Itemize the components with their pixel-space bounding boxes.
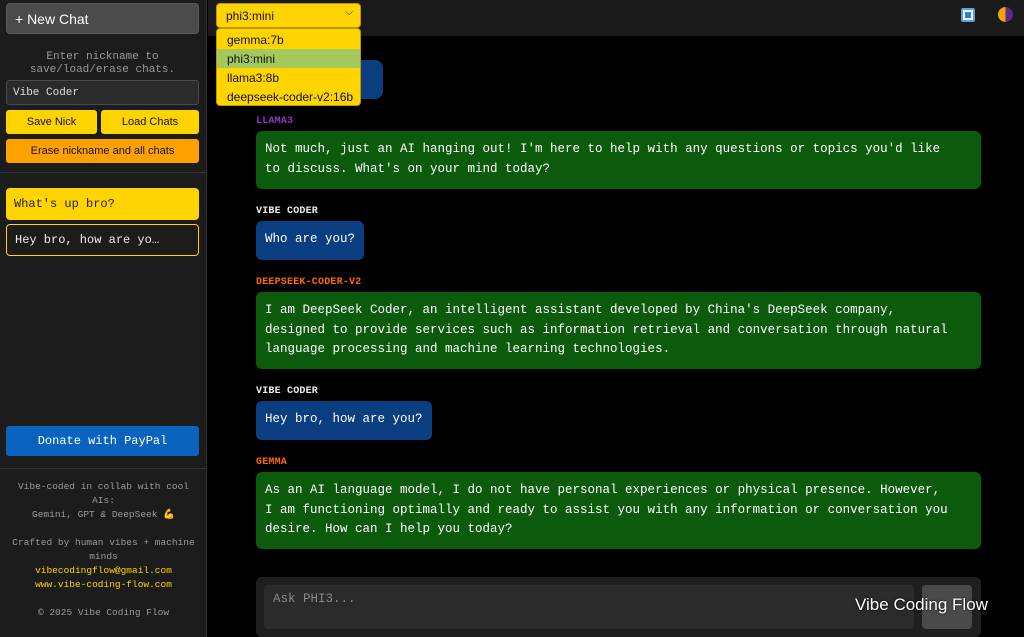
message-sender: GEMMA xyxy=(256,457,288,468)
message-sender: DEEPSEEK-CODER-V2 xyxy=(256,277,362,288)
footer-copyright: © 2025 Vibe Coding Flow xyxy=(37,607,170,618)
theme-toggle-icon[interactable] xyxy=(998,7,1013,22)
stop-square-icon[interactable] xyxy=(961,8,975,22)
chat-history-item[interactable]: What's up bro? xyxy=(6,188,199,220)
user-message-bubble: Who are you? xyxy=(256,221,365,260)
model-option[interactable]: deepseek-coder-v2:16b xyxy=(217,87,360,106)
watermark: Vibe Coding Flow xyxy=(855,595,988,614)
chevron-down-icon: ⌵ xyxy=(345,7,353,18)
message-sender: VIBE CODER xyxy=(256,206,319,217)
footer-credit: Vibe-coded in collab with cool AIs: xyxy=(17,481,190,506)
user-message-bubble: Hey bro, how are you? xyxy=(256,401,432,440)
message-sender: VIBE CODER xyxy=(256,386,319,397)
model-option[interactable]: llama3:8b xyxy=(217,68,360,87)
model-select[interactable]: phi3:mini ⌵ xyxy=(216,3,361,28)
footer-crafted: Crafted by human vibes + machine minds xyxy=(12,537,195,562)
bot-message-bubble: As an AI language model, I do not have p… xyxy=(256,472,981,549)
load-chats-button[interactable]: Load Chats xyxy=(101,110,199,134)
message-sender: LLAMA3 xyxy=(256,116,294,127)
chat-input[interactable] xyxy=(264,585,914,629)
donate-paypal-button[interactable]: Donate with PayPal xyxy=(6,426,199,456)
divider xyxy=(0,172,207,173)
footer-site-link[interactable]: www.vibe-coding-flow.com xyxy=(0,578,207,592)
nickname-input[interactable] xyxy=(6,80,199,105)
new-chat-button[interactable]: + New Chat xyxy=(6,3,199,34)
divider xyxy=(0,468,207,469)
model-option[interactable]: gemma:7b xyxy=(217,30,360,49)
chat-history-item[interactable]: Hey bro, how are yo… xyxy=(6,224,199,256)
model-dropdown-list: gemma:7b phi3:mini llama3:8b deepseek-co… xyxy=(216,28,361,106)
footer-email-link[interactable]: vibecodingflow@gmail.com xyxy=(0,564,207,578)
bot-message-bubble: I am DeepSeek Coder, an intelligent assi… xyxy=(256,292,981,369)
bot-message-bubble: Not much, just an AI hanging out! I'm he… xyxy=(256,131,981,189)
nickname-hint: Enter nickname to save/load/erase chats. xyxy=(29,51,176,76)
save-nick-button[interactable]: Save Nick xyxy=(6,110,97,134)
sidebar-footer: Vibe-coded in collab with cool AIs: Gemi… xyxy=(0,480,207,620)
erase-button[interactable]: Erase nickname and all chats xyxy=(6,139,199,163)
model-option[interactable]: phi3:mini xyxy=(217,49,360,68)
sidebar: + New Chat Enter nickname to save/load/e… xyxy=(0,0,207,637)
model-select-value: phi3:mini xyxy=(226,8,275,23)
footer-ais: Gemini, GPT & DeepSeek 💪 xyxy=(32,509,175,520)
